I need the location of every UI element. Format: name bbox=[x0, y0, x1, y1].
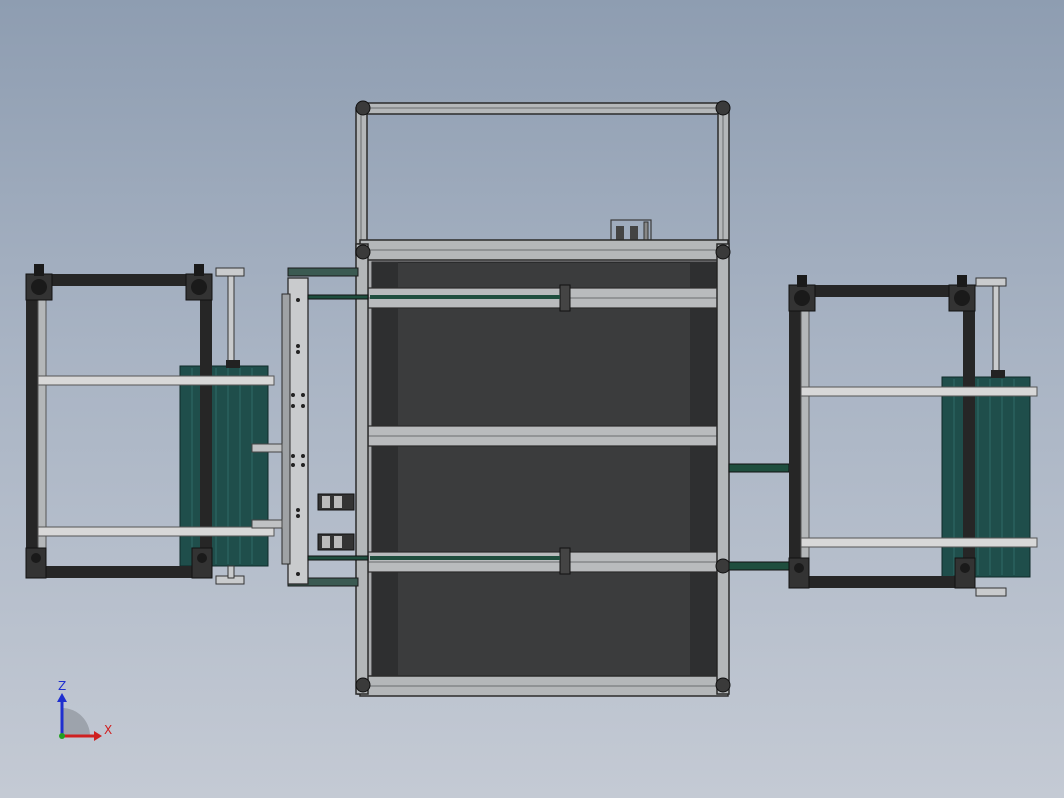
vertical-mounting-plate bbox=[287, 277, 309, 585]
panel-side-shadow-right bbox=[690, 262, 716, 676]
plate-back-bar bbox=[281, 293, 291, 565]
corner-bracket-icon bbox=[954, 557, 976, 589]
cylinder-valve-upper bbox=[317, 493, 355, 511]
y-axis-origin bbox=[59, 733, 65, 739]
triad-quadrant bbox=[62, 708, 90, 736]
corner-node bbox=[715, 677, 731, 693]
right-link-shaft-upper bbox=[728, 463, 790, 473]
lower-link-pin bbox=[251, 519, 283, 529]
upper-link-arm bbox=[287, 267, 359, 277]
left-transfer-module[interactable] bbox=[25, 264, 283, 585]
right-link-shaft-lower bbox=[728, 561, 790, 571]
upper-piston-rod bbox=[307, 294, 369, 300]
upper-guide-shaft bbox=[800, 386, 1038, 397]
lower-drive-shaft bbox=[370, 556, 560, 560]
frame-top-beam bbox=[26, 274, 212, 286]
corner-node bbox=[715, 244, 731, 260]
top-connector-block bbox=[610, 219, 652, 241]
corner-bracket-icon bbox=[25, 547, 47, 579]
corner-node bbox=[355, 244, 371, 260]
coordinate-triad: Z X bbox=[57, 679, 112, 741]
panel-side-shadow-left bbox=[372, 262, 398, 676]
motor-icon bbox=[185, 264, 213, 301]
lower-piston-rod bbox=[307, 555, 369, 561]
body-left-post bbox=[355, 243, 369, 695]
central-frame[interactable] bbox=[355, 100, 731, 697]
motor-icon bbox=[788, 275, 816, 312]
cylinder-bottom-cap bbox=[975, 587, 1007, 597]
z-axis-label: Z bbox=[58, 679, 66, 693]
frame-left-beam bbox=[26, 274, 38, 578]
assembly-top-view[interactable]: Z X bbox=[0, 0, 1064, 798]
corner-node bbox=[355, 677, 371, 693]
corner-node bbox=[715, 558, 731, 574]
x-axis-label: X bbox=[104, 723, 112, 737]
lower-guide-shaft bbox=[37, 526, 275, 537]
dark-panel-bottom bbox=[371, 569, 717, 677]
lower-rail-carriage bbox=[559, 547, 571, 575]
corner-bracket-icon bbox=[788, 557, 810, 589]
upper-guide-shaft bbox=[37, 375, 275, 386]
body-right-post bbox=[716, 243, 730, 695]
motor-icon bbox=[25, 264, 53, 301]
dark-panel-middle bbox=[371, 445, 717, 557]
corner-bracket-icon bbox=[191, 547, 213, 579]
corner-node bbox=[355, 100, 371, 116]
cylinder-rod bbox=[227, 275, 235, 363]
cylinder-head bbox=[226, 360, 240, 368]
cad-graphics-viewport[interactable]: Z X bbox=[0, 0, 1064, 798]
cylinder-head bbox=[991, 370, 1005, 378]
upper-rail-carriage bbox=[559, 284, 571, 312]
inner-guide-rail bbox=[37, 289, 47, 561]
upper-drive-shaft bbox=[370, 295, 560, 299]
frame-left-beam bbox=[789, 285, 801, 588]
z-axis-arrowhead bbox=[57, 693, 67, 702]
frame-bottom-beam bbox=[26, 566, 212, 578]
cylinder-top-cap bbox=[975, 277, 1007, 287]
cylinder-valve-lower bbox=[317, 533, 355, 551]
x-axis-arrowhead bbox=[94, 731, 102, 741]
center-link-pin bbox=[251, 443, 283, 453]
lower-guide-shaft bbox=[800, 537, 1038, 548]
motor-icon bbox=[948, 275, 976, 312]
inner-guide-rail bbox=[800, 299, 810, 571]
cylinder-rod bbox=[992, 285, 1000, 373]
dark-panel-top bbox=[371, 261, 717, 431]
frame-bottom-beam bbox=[789, 576, 975, 588]
corner-node bbox=[715, 100, 731, 116]
frame-top-beam bbox=[789, 285, 975, 297]
right-transfer-module[interactable] bbox=[788, 275, 1038, 597]
cylinder-top-cap bbox=[215, 267, 245, 277]
